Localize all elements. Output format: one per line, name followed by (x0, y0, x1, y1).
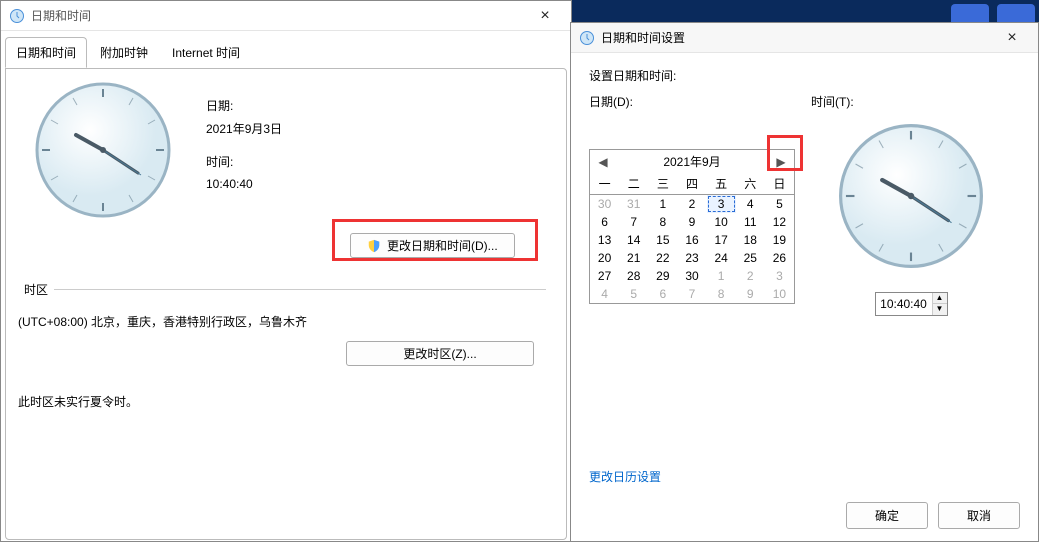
calendar-day[interactable]: 27 (590, 267, 619, 285)
calendar-day[interactable]: 10 (765, 285, 794, 303)
calendar-day[interactable]: 13 (590, 231, 619, 249)
close-button[interactable]: × (994, 29, 1030, 47)
calendar: ◀ 2021年9月 ▶ 一 二 三 四 五 六 日 30311234567891… (589, 149, 795, 304)
calendar-day[interactable]: 2 (677, 195, 706, 213)
calendar-day[interactable]: 29 (648, 267, 677, 285)
date-time-window: 日期和时间 × 日期和时间 附加时钟 Internet 时间 (0, 0, 572, 542)
clock-icon (9, 8, 25, 24)
calendar-day[interactable]: 31 (619, 195, 648, 213)
analog-clock (28, 75, 178, 225)
calendar-day[interactable]: 18 (736, 231, 765, 249)
calendar-day[interactable]: 10 (707, 213, 736, 231)
spin-up-button[interactable]: ▲ (933, 293, 947, 304)
calendar-day[interactable]: 1 (707, 267, 736, 285)
calendar-day[interactable]: 5 (765, 195, 794, 213)
calendar-day[interactable]: 15 (648, 231, 677, 249)
calendar-day[interactable]: 12 (765, 213, 794, 231)
time-label: 时间: (206, 151, 282, 174)
calendar-title[interactable]: 2021年9月 (610, 153, 774, 170)
calendar-body: 3031123456789101112131415161718192021222… (590, 195, 794, 303)
date-time-settings-window: 日期和时间设置 × 设置日期和时间: 日期(D): ◀ 2021年9月 ▶ 一 … (570, 22, 1039, 542)
calendar-day[interactable]: 23 (677, 249, 706, 267)
calendar-day[interactable]: 9 (677, 213, 706, 231)
cancel-button[interactable]: 取消 (938, 502, 1020, 529)
calendar-day[interactable]: 28 (619, 267, 648, 285)
calendar-day[interactable]: 25 (736, 249, 765, 267)
prev-month-button[interactable]: ◀ (596, 155, 610, 169)
calendar-day[interactable]: 14 (619, 231, 648, 249)
timezone-header: 时区 (24, 281, 546, 298)
date-value: 2021年9月3日 (206, 118, 282, 141)
calendar-day[interactable]: 6 (648, 285, 677, 303)
calendar-day[interactable]: 20 (590, 249, 619, 267)
tab-internet-time[interactable]: Internet 时间 (161, 37, 251, 68)
tabs: 日期和时间 附加时钟 Internet 时间 (5, 37, 567, 68)
close-button[interactable]: × (527, 7, 563, 25)
prompt: 设置日期和时间: (589, 67, 1020, 84)
calendar-day[interactable]: 22 (648, 249, 677, 267)
calendar-day[interactable]: 19 (765, 231, 794, 249)
tab-date-time[interactable]: 日期和时间 (5, 37, 87, 68)
date-label: 日期: (206, 95, 282, 118)
calendar-day[interactable]: 6 (590, 213, 619, 231)
time-input[interactable] (876, 294, 932, 314)
dst-note: 此时区未实行夏令时。 (18, 393, 138, 410)
window-title: 日期和时间设置 (601, 29, 994, 46)
calendar-day[interactable]: 8 (707, 285, 736, 303)
calendar-day[interactable]: 1 (648, 195, 677, 213)
calendar-day[interactable]: 24 (707, 249, 736, 267)
calendar-day[interactable]: 3 (707, 195, 736, 213)
spin-down-button[interactable]: ▼ (933, 304, 947, 315)
calendar-day[interactable]: 21 (619, 249, 648, 267)
uac-shield-icon (367, 239, 381, 253)
calendar-day[interactable]: 7 (619, 213, 648, 231)
next-month-button[interactable]: ▶ (774, 155, 788, 169)
calendar-day[interactable]: 17 (707, 231, 736, 249)
tab-additional-clocks[interactable]: 附加时钟 (89, 37, 159, 68)
calendar-day[interactable]: 30 (677, 267, 706, 285)
calendar-day[interactable]: 4 (590, 285, 619, 303)
calendar-day[interactable]: 16 (677, 231, 706, 249)
analog-clock (831, 116, 991, 276)
calendar-day[interactable]: 7 (677, 285, 706, 303)
time-spinner: ▲ ▼ (875, 292, 948, 316)
calendar-day[interactable]: 9 (736, 285, 765, 303)
time-value: 10:40:40 (206, 173, 282, 196)
calendar-day[interactable]: 11 (736, 213, 765, 231)
calendar-day[interactable]: 30 (590, 195, 619, 213)
calendar-day[interactable]: 2 (736, 267, 765, 285)
change-timezone-button[interactable]: 更改时区(Z)... (346, 341, 534, 366)
calendar-day[interactable]: 26 (765, 249, 794, 267)
date-label: 日期(D): (589, 93, 633, 110)
calendar-day[interactable]: 3 (765, 267, 794, 285)
window-title: 日期和时间 (31, 7, 527, 24)
calendar-day[interactable]: 5 (619, 285, 648, 303)
timezone-value: (UTC+08:00) 北京，重庆，香港特别行政区，乌鲁木齐 (18, 313, 307, 330)
time-label: 时间(T): (811, 93, 1011, 110)
date-time-text: 日期: 2021年9月3日 时间: 10:40:40 (206, 95, 282, 196)
calendar-day[interactable]: 8 (648, 213, 677, 231)
calendar-dow: 一 二 三 四 五 六 日 (590, 173, 794, 195)
ok-button[interactable]: 确定 (846, 502, 928, 529)
calendar-day[interactable]: 4 (736, 195, 765, 213)
change-date-time-button[interactable]: 更改日期和时间(D)... (350, 233, 515, 258)
clock-icon (579, 30, 595, 46)
change-calendar-settings-link[interactable]: 更改日历设置 (589, 470, 661, 484)
